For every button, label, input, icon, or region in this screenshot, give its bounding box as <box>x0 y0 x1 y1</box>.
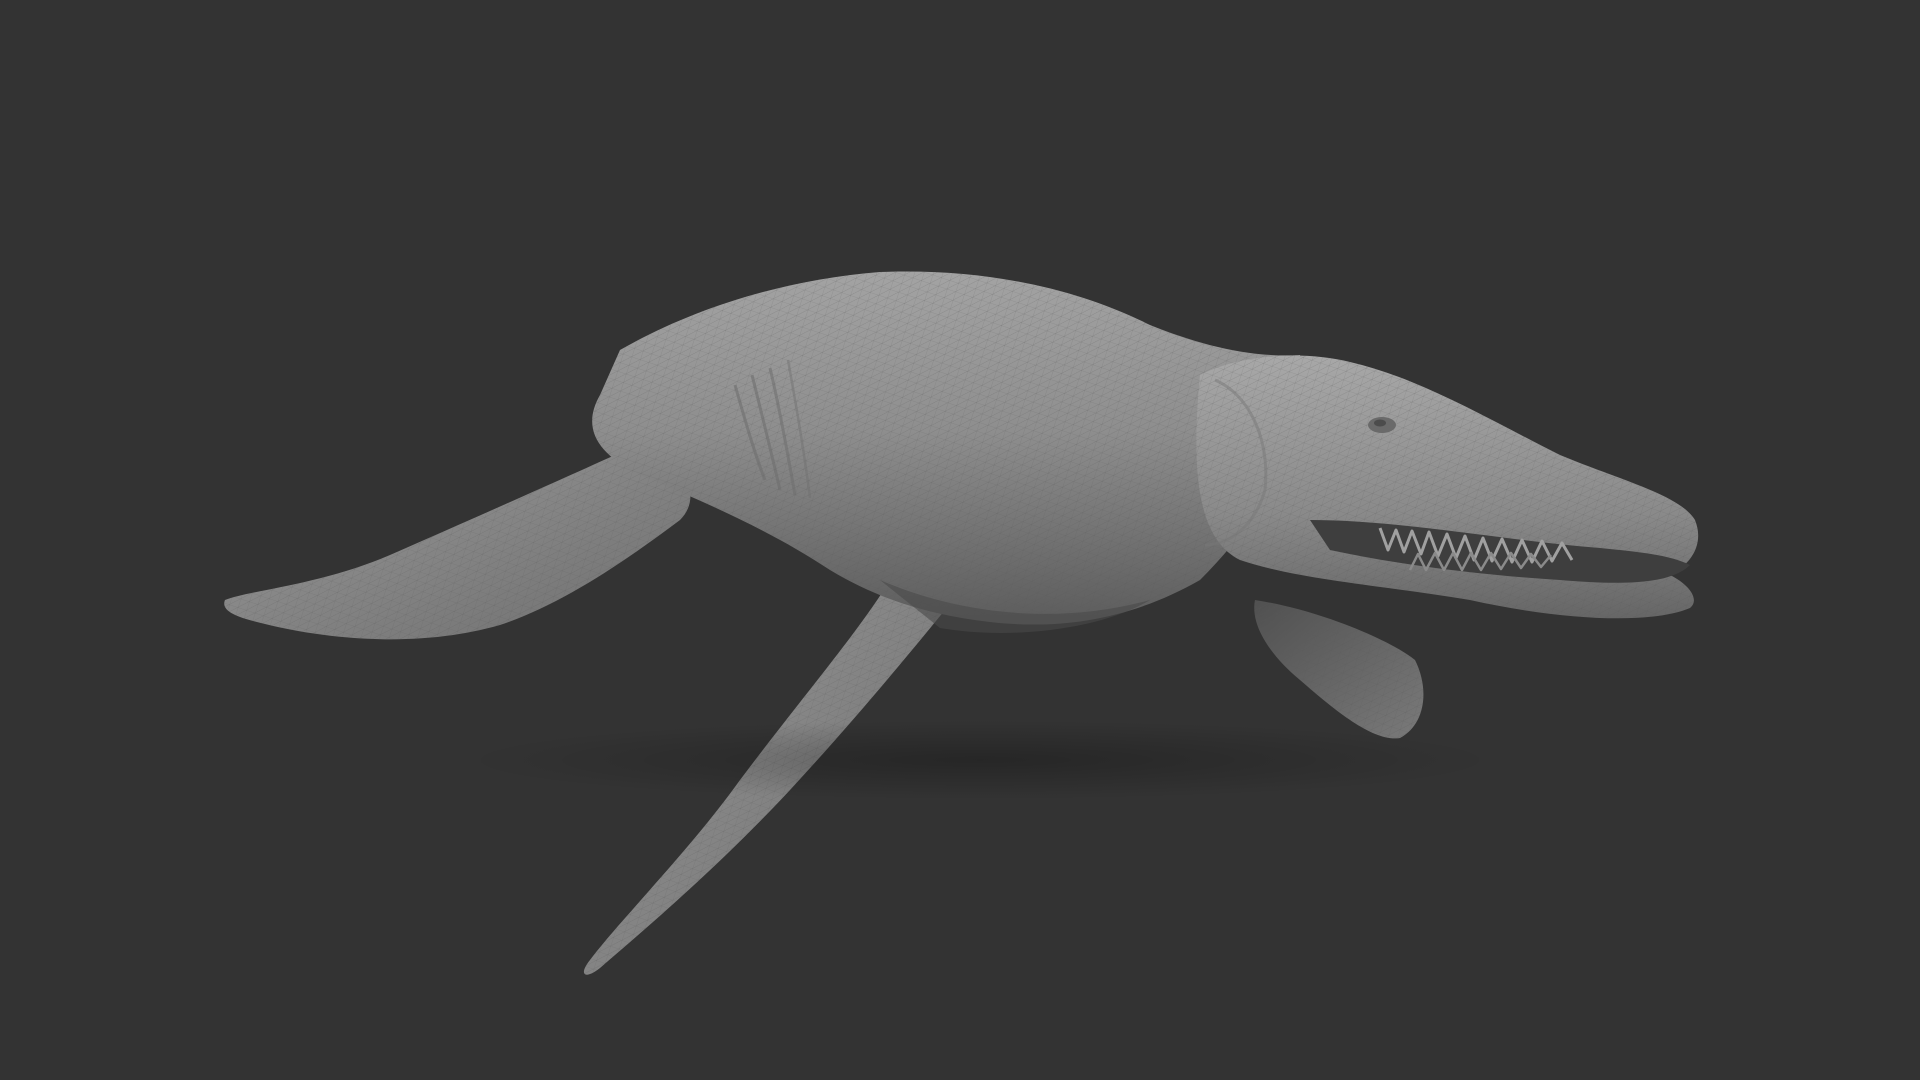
3d-viewport[interactable] <box>0 0 1920 1080</box>
model-render <box>224 271 1699 975</box>
ground-shadow <box>460 720 1500 800</box>
head <box>1196 355 1699 619</box>
tail-flipper <box>224 455 691 640</box>
rear-right-flipper <box>1254 600 1424 739</box>
